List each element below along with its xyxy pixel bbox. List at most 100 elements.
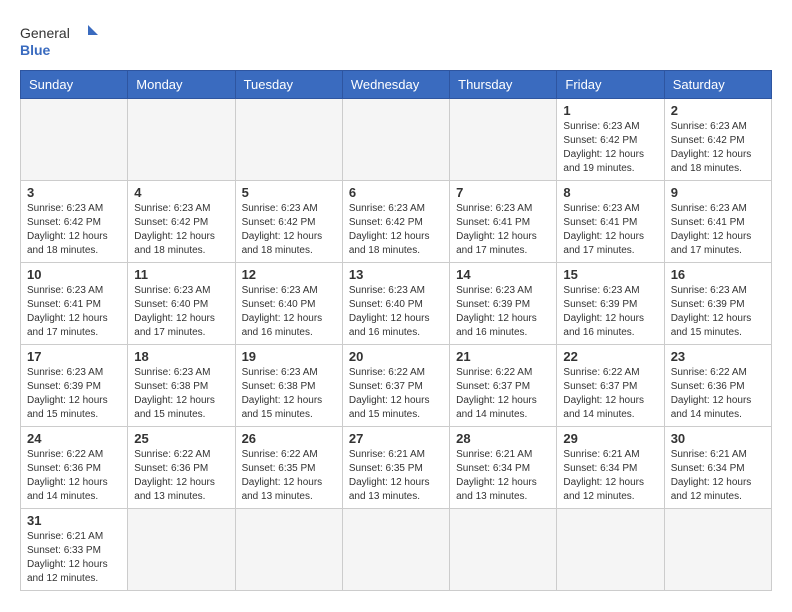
calendar-day-cell [128,509,235,591]
day-number: 27 [349,431,443,446]
day-info: Sunrise: 6:23 AM Sunset: 6:41 PM Dayligh… [27,284,121,340]
svg-text:Blue: Blue [20,42,51,58]
calendar-day-cell: 8 Sunrise: 6:23 AM Sunset: 6:41 PM Daylig… [557,181,664,263]
day-number: 25 [134,431,228,446]
calendar-day-cell [557,509,664,591]
calendar-day-cell: 31 Sunrise: 6:21 AM Sunset: 6:33 PM Dayli… [21,509,128,591]
day-info: Sunrise: 6:23 AM Sunset: 6:42 PM Dayligh… [563,120,657,176]
weekday-header-sunday: Sunday [21,71,128,99]
calendar-day-cell [664,509,771,591]
day-info: Sunrise: 6:22 AM Sunset: 6:37 PM Dayligh… [563,366,657,422]
day-number: 12 [242,267,336,282]
day-number: 13 [349,267,443,282]
day-info: Sunrise: 6:23 AM Sunset: 6:42 PM Dayligh… [349,202,443,258]
day-number: 3 [27,185,121,200]
day-info: Sunrise: 6:23 AM Sunset: 6:40 PM Dayligh… [134,284,228,340]
day-info: Sunrise: 6:23 AM Sunset: 6:39 PM Dayligh… [27,366,121,422]
header: General Blue [20,20,772,60]
weekday-header-saturday: Saturday [664,71,771,99]
calendar-day-cell: 20Sunrise: 6:22 AM Sunset: 6:37 PM Dayli… [342,345,449,427]
day-info: Sunrise: 6:23 AM Sunset: 6:41 PM Dayligh… [456,202,550,258]
calendar-day-cell: 19Sunrise: 6:23 AM Sunset: 6:38 PM Dayli… [235,345,342,427]
calendar-week-row: 17Sunrise: 6:23 AM Sunset: 6:39 PM Dayli… [21,345,772,427]
day-number: 22 [563,349,657,364]
calendar-day-cell: 7 Sunrise: 6:23 AM Sunset: 6:41 PM Daylig… [450,181,557,263]
day-info: Sunrise: 6:21 AM Sunset: 6:34 PM Dayligh… [671,448,765,504]
day-info: Sunrise: 6:23 AM Sunset: 6:40 PM Dayligh… [349,284,443,340]
day-number: 5 [242,185,336,200]
day-number: 6 [349,185,443,200]
weekday-header-monday: Monday [128,71,235,99]
day-info: Sunrise: 6:21 AM Sunset: 6:35 PM Dayligh… [349,448,443,504]
calendar-day-cell: 1 Sunrise: 6:23 AM Sunset: 6:42 PM Daylig… [557,99,664,181]
day-number: 7 [456,185,550,200]
weekday-header-wednesday: Wednesday [342,71,449,99]
calendar-week-row: 1 Sunrise: 6:23 AM Sunset: 6:42 PM Daylig… [21,99,772,181]
day-number: 14 [456,267,550,282]
day-info: Sunrise: 6:22 AM Sunset: 6:36 PM Dayligh… [671,366,765,422]
day-number: 28 [456,431,550,446]
day-number: 21 [456,349,550,364]
day-info: Sunrise: 6:23 AM Sunset: 6:39 PM Dayligh… [456,284,550,340]
day-info: Sunrise: 6:23 AM Sunset: 6:42 PM Dayligh… [27,202,121,258]
weekday-header-tuesday: Tuesday [235,71,342,99]
day-info: Sunrise: 6:23 AM Sunset: 6:42 PM Dayligh… [671,120,765,176]
calendar-week-row: 24Sunrise: 6:22 AM Sunset: 6:36 PM Dayli… [21,427,772,509]
calendar-table: SundayMondayTuesdayWednesdayThursdayFrid… [20,70,772,591]
calendar-day-cell [128,99,235,181]
calendar-day-cell [235,509,342,591]
calendar-day-cell: 5 Sunrise: 6:23 AM Sunset: 6:42 PM Daylig… [235,181,342,263]
calendar-day-cell: 18 Sunrise: 6:23 AM Sunset: 6:38 PM Dayli… [128,345,235,427]
day-number: 2 [671,103,765,118]
calendar-day-cell [450,509,557,591]
day-number: 4 [134,185,228,200]
day-number: 9 [671,185,765,200]
calendar-day-cell [342,99,449,181]
calendar-day-cell: 15Sunrise: 6:23 AM Sunset: 6:39 PM Dayli… [557,263,664,345]
weekday-header-thursday: Thursday [450,71,557,99]
day-number: 18 [134,349,228,364]
calendar-day-cell: 12Sunrise: 6:23 AM Sunset: 6:40 PM Dayli… [235,263,342,345]
day-number: 29 [563,431,657,446]
day-info: Sunrise: 6:22 AM Sunset: 6:37 PM Dayligh… [349,366,443,422]
weekday-header-friday: Friday [557,71,664,99]
calendar-day-cell: 21 Sunrise: 6:22 AM Sunset: 6:37 PM Dayli… [450,345,557,427]
day-info: Sunrise: 6:23 AM Sunset: 6:41 PM Dayligh… [671,202,765,258]
calendar-day-cell: 14 Sunrise: 6:23 AM Sunset: 6:39 PM Dayli… [450,263,557,345]
day-number: 1 [563,103,657,118]
day-number: 16 [671,267,765,282]
day-number: 24 [27,431,121,446]
calendar-day-cell: 29Sunrise: 6:21 AM Sunset: 6:34 PM Dayli… [557,427,664,509]
logo: General Blue [20,20,100,60]
calendar-day-cell: 27 Sunrise: 6:21 AM Sunset: 6:35 PM Dayli… [342,427,449,509]
day-info: Sunrise: 6:23 AM Sunset: 6:42 PM Dayligh… [134,202,228,258]
calendar-day-cell [21,99,128,181]
weekday-header-row: SundayMondayTuesdayWednesdayThursdayFrid… [21,71,772,99]
day-number: 23 [671,349,765,364]
day-info: Sunrise: 6:22 AM Sunset: 6:35 PM Dayligh… [242,448,336,504]
calendar-day-cell [235,99,342,181]
day-info: Sunrise: 6:23 AM Sunset: 6:38 PM Dayligh… [242,366,336,422]
day-number: 8 [563,185,657,200]
calendar-day-cell: 28Sunrise: 6:21 AM Sunset: 6:34 PM Dayli… [450,427,557,509]
calendar-day-cell: 26 Sunrise: 6:22 AM Sunset: 6:35 PM Dayli… [235,427,342,509]
day-number: 10 [27,267,121,282]
calendar-day-cell: 24Sunrise: 6:22 AM Sunset: 6:36 PM Dayli… [21,427,128,509]
calendar-day-cell: 17Sunrise: 6:23 AM Sunset: 6:39 PM Dayli… [21,345,128,427]
calendar-day-cell: 23 Sunrise: 6:22 AM Sunset: 6:36 PM Dayli… [664,345,771,427]
calendar-day-cell [450,99,557,181]
day-info: Sunrise: 6:23 AM Sunset: 6:41 PM Dayligh… [563,202,657,258]
day-info: Sunrise: 6:23 AM Sunset: 6:39 PM Dayligh… [563,284,657,340]
day-info: Sunrise: 6:21 AM Sunset: 6:33 PM Dayligh… [27,530,121,586]
calendar-day-cell: 30Sunrise: 6:21 AM Sunset: 6:34 PM Dayli… [664,427,771,509]
calendar-day-cell: 3 Sunrise: 6:23 AM Sunset: 6:42 PM Daylig… [21,181,128,263]
day-info: Sunrise: 6:23 AM Sunset: 6:42 PM Dayligh… [242,202,336,258]
day-info: Sunrise: 6:23 AM Sunset: 6:38 PM Dayligh… [134,366,228,422]
calendar-day-cell: 6 Sunrise: 6:23 AM Sunset: 6:42 PM Daylig… [342,181,449,263]
calendar-day-cell: 25Sunrise: 6:22 AM Sunset: 6:36 PM Dayli… [128,427,235,509]
day-number: 31 [27,513,121,528]
calendar-day-cell: 9 Sunrise: 6:23 AM Sunset: 6:41 PM Daylig… [664,181,771,263]
day-number: 26 [242,431,336,446]
day-info: Sunrise: 6:22 AM Sunset: 6:37 PM Dayligh… [456,366,550,422]
calendar-day-cell: 11Sunrise: 6:23 AM Sunset: 6:40 PM Dayli… [128,263,235,345]
